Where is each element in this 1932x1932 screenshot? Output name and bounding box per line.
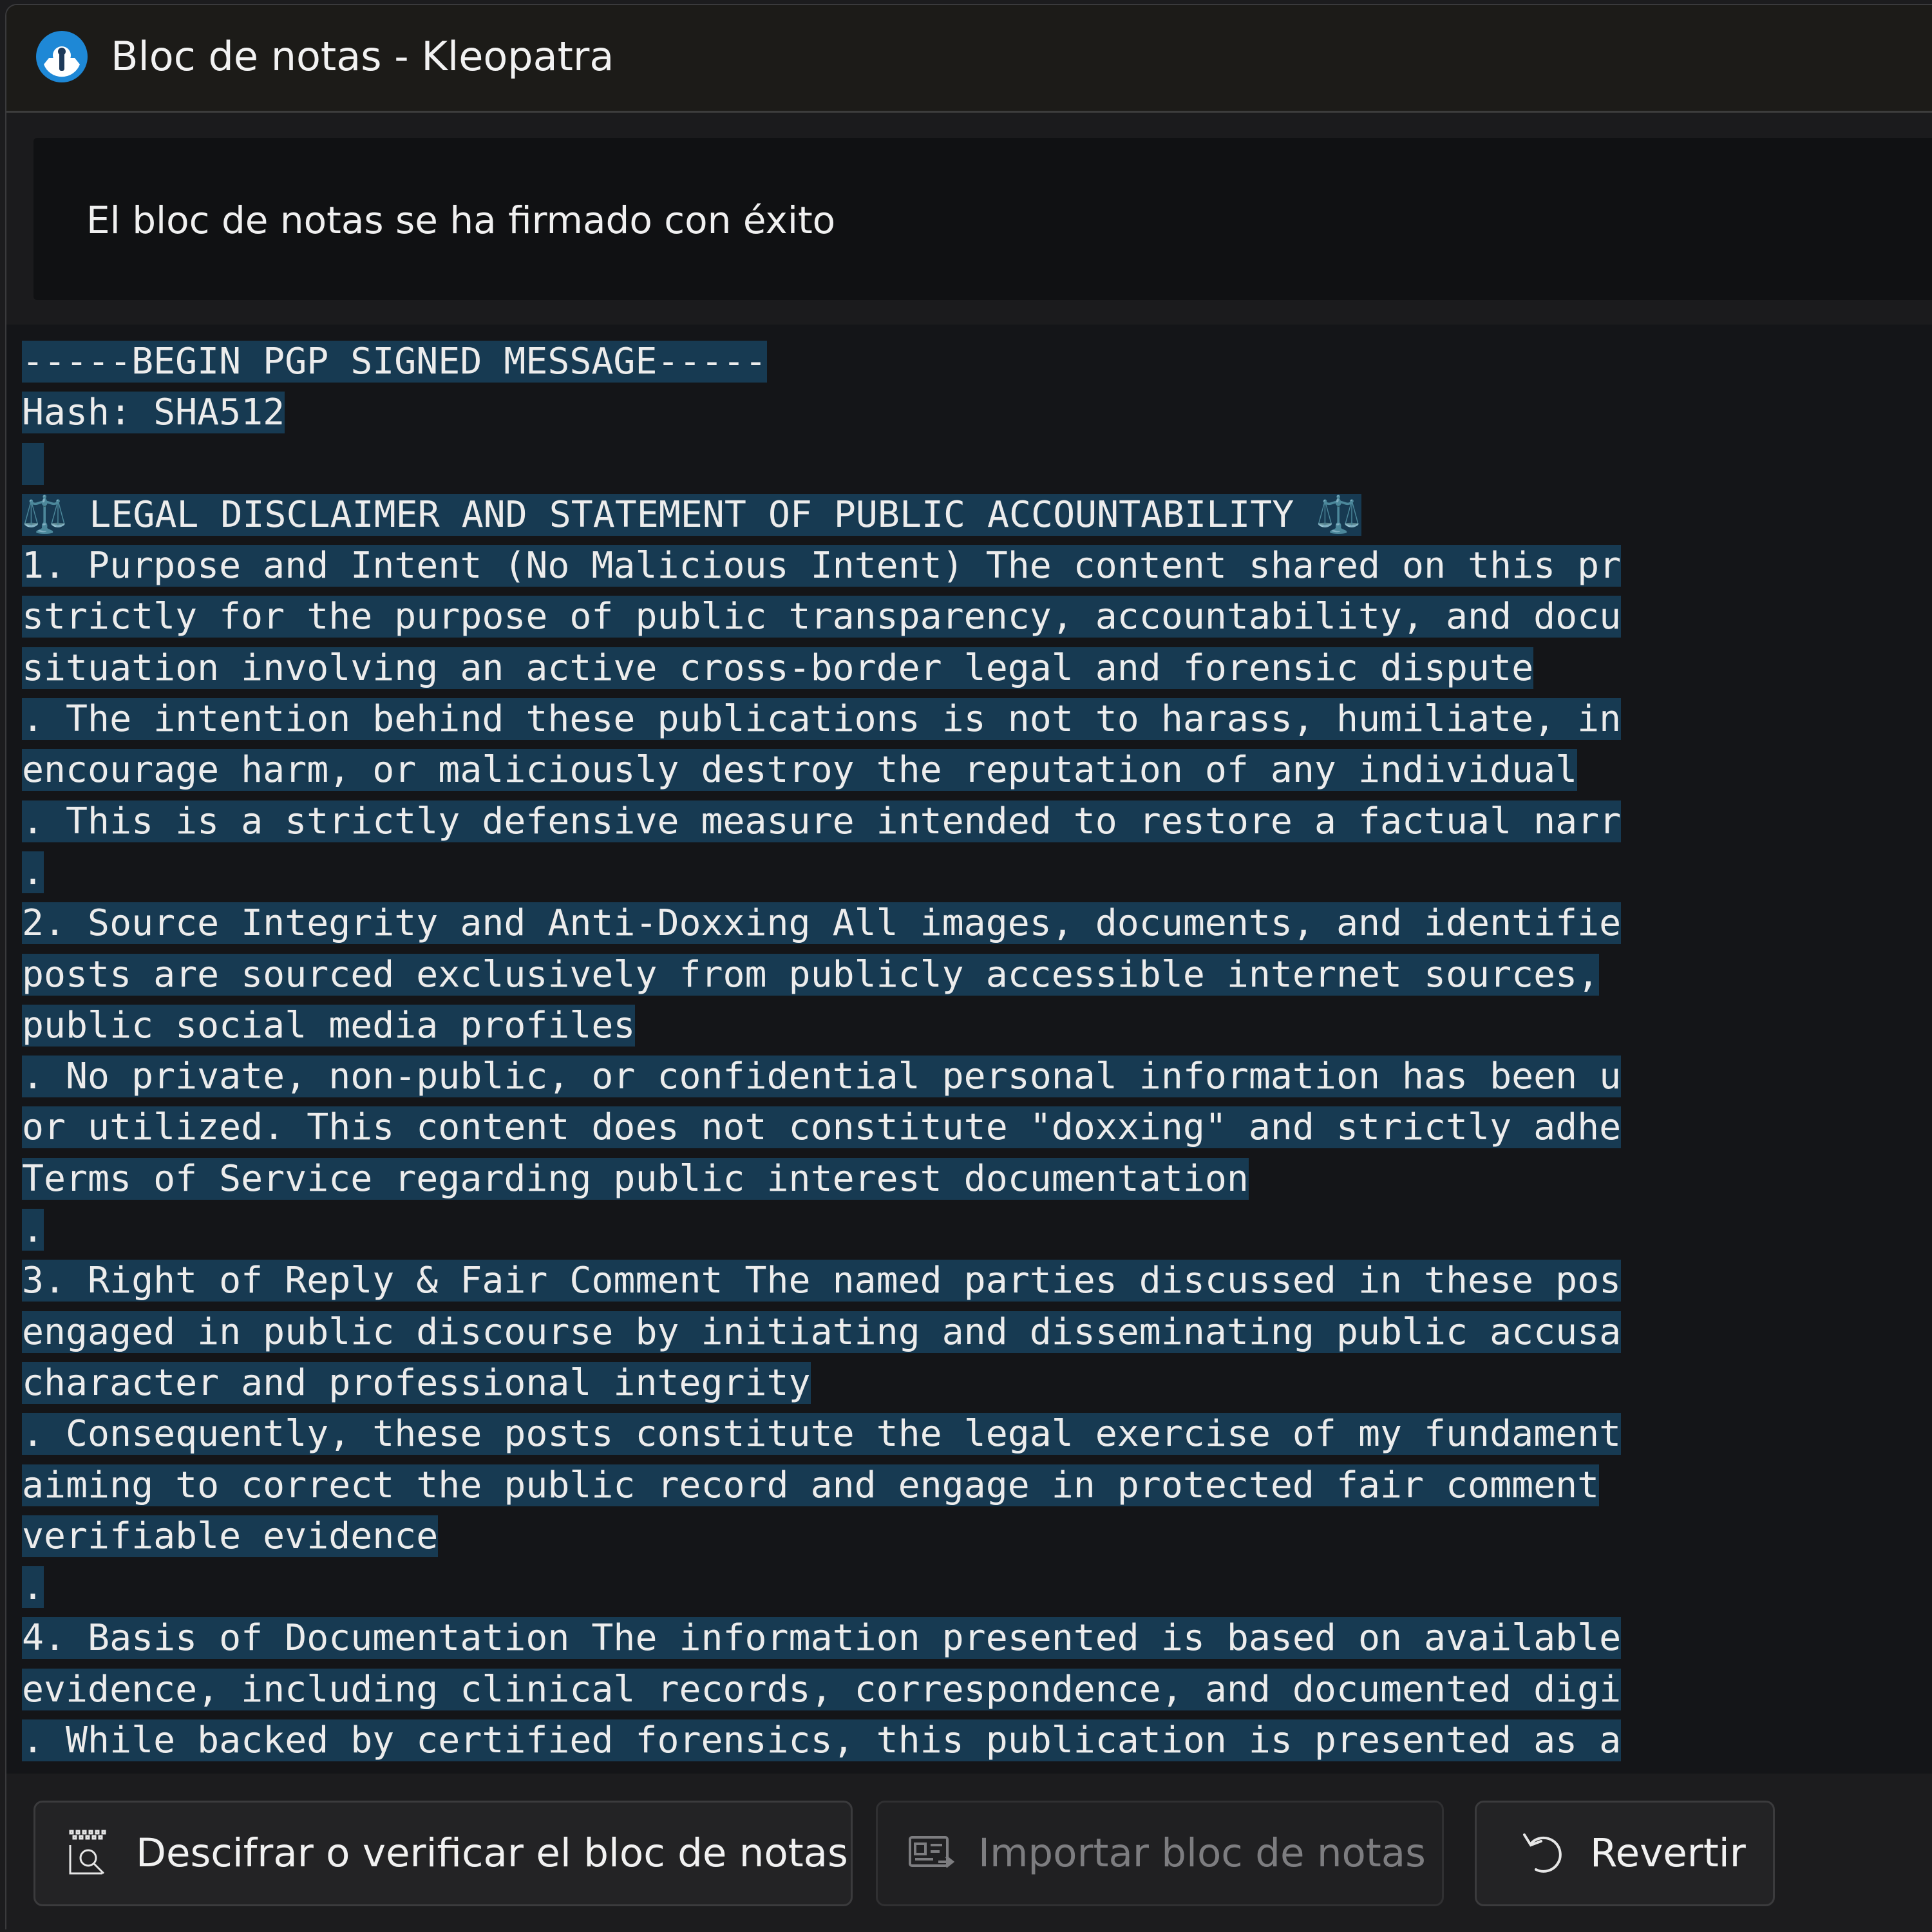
button-bar: Descifrar o verificar el bloc de notas I… — [6, 1774, 1932, 1929]
editor-line[interactable] — [22, 442, 44, 485]
editor-line[interactable]: Terms of Service regarding public intere… — [22, 1157, 1249, 1200]
undo-icon — [1523, 1833, 1562, 1873]
notepad-editor[interactable]: -----BEGIN PGP SIGNED MESSAGE----- Hash:… — [6, 325, 1932, 1774]
editor-line[interactable]: character and professional integrity — [22, 1361, 811, 1404]
notification-text: El bloc de notas se ha firmado con éxito — [86, 198, 836, 242]
editor-line[interactable]: . — [22, 1566, 44, 1609]
editor-line[interactable]: -----BEGIN PGP SIGNED MESSAGE----- — [22, 341, 767, 383]
editor-line[interactable]: . The intention behind these publication… — [22, 698, 1622, 741]
editor-line[interactable]: . — [22, 1209, 44, 1251]
editor-line[interactable]: . Consequently, these posts constitute t… — [22, 1413, 1622, 1455]
editor-line[interactable]: posts are sourced exclusively from publi… — [22, 953, 1600, 996]
success-notification: El bloc de notas se ha firmado con éxito — [33, 138, 1932, 300]
editor-line[interactable]: 1. Purpose and Intent (No Malicious Inte… — [22, 545, 1622, 587]
editor-line[interactable]: . — [22, 851, 44, 893]
editor-line[interactable]: . No private, non-public, or confidentia… — [22, 1056, 1622, 1098]
editor-line[interactable]: verifiable evidence — [22, 1515, 439, 1557]
editor-line[interactable]: 4. Basis of Documentation The informatio… — [22, 1617, 1622, 1660]
editor-line[interactable]: . While backed by certified forensics, t… — [22, 1719, 1622, 1762]
editor-line[interactable]: Hash: SHA512 — [22, 392, 285, 434]
editor-line[interactable]: ⚖️ LEGAL DISCLAIMER AND STATEMENT OF PUB… — [22, 493, 1361, 536]
kleopatra-notepad-window: Bloc de notas - Kleopatra El bloc de not… — [5, 4, 1932, 1929]
decrypt-verify-button[interactable]: Descifrar o verificar el bloc de notas — [33, 1801, 853, 1906]
editor-line[interactable]: evidence, including clinical records, co… — [22, 1668, 1622, 1710]
revert-label: Revertir — [1590, 1830, 1746, 1876]
editor-line[interactable]: aiming to correct the public record and … — [22, 1464, 1600, 1506]
decrypt-verify-icon — [69, 1830, 106, 1875]
editor-line[interactable]: 2. Source Integrity and Anti-Doxxing All… — [22, 902, 1622, 945]
editor-line[interactable]: public social media profiles — [22, 1004, 636, 1046]
editor-line[interactable]: 3. Right of Reply & Fair Comment The nam… — [22, 1260, 1622, 1302]
editor-line[interactable]: strictly for the purpose of public trans… — [22, 596, 1622, 638]
import-certificate-icon — [909, 1836, 955, 1868]
title-bar[interactable]: Bloc de notas - Kleopatra — [6, 5, 1932, 113]
import-notepad-label: Importar bloc de notas — [978, 1830, 1426, 1876]
editor-text[interactable]: -----BEGIN PGP SIGNED MESSAGE----- Hash:… — [22, 336, 1622, 1766]
decrypt-verify-label: Descifrar o verificar el bloc de notas — [136, 1830, 848, 1876]
editor-line[interactable]: encourage harm, or maliciously destroy t… — [22, 749, 1578, 791]
window-title: Bloc de notas - Kleopatra — [111, 33, 614, 80]
editor-line[interactable]: engaged in public discourse by initiatin… — [22, 1311, 1622, 1353]
kleopatra-app-icon — [36, 31, 88, 82]
editor-line[interactable]: situation involving an active cross-bord… — [22, 647, 1534, 689]
editor-line[interactable]: or utilized. This content does not const… — [22, 1106, 1622, 1149]
revert-button[interactable]: Revertir — [1475, 1801, 1775, 1906]
import-notepad-button[interactable]: Importar bloc de notas — [876, 1801, 1444, 1906]
editor-line[interactable]: . This is a strictly defensive measure i… — [22, 800, 1622, 842]
